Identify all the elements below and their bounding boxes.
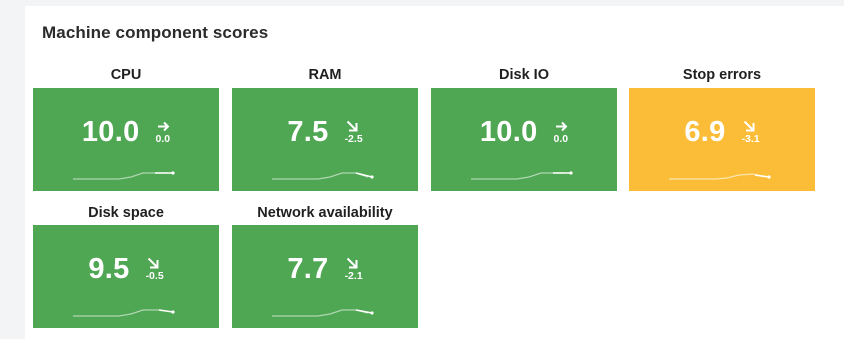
machine-component-scores-panel: Machine component scores CPU 10.0 0.0 RA…: [25, 6, 844, 339]
sparkline: [669, 173, 771, 180]
sparkline: [272, 309, 374, 317]
tile-stop-errors[interactable]: 6.9 -3.1: [629, 88, 815, 191]
sparkline: [73, 171, 175, 180]
panel-title: Machine component scores: [42, 23, 269, 42]
tile-label-cpu: CPU: [110, 67, 142, 83]
tile-disk-space[interactable]: 9.5 -0.5: [33, 225, 219, 328]
delta-value: 0.0: [553, 132, 569, 145]
sparkline: [471, 171, 573, 180]
arrow-down-right-icon: [346, 258, 358, 269]
score-value: 7.5: [287, 116, 329, 148]
tile-label-ram: RAM: [308, 67, 342, 83]
sparkline: [272, 172, 374, 180]
arrow-down-right-icon: [346, 121, 358, 132]
arrow-right-icon: [157, 121, 169, 131]
tile-label-disk-io: Disk IO: [499, 67, 549, 83]
tile-disk-io[interactable]: 10.0 0.0: [431, 88, 617, 191]
score-value: 9.5: [88, 253, 130, 285]
score-value: 6.9: [684, 116, 726, 148]
arrow-down-right-icon: [743, 121, 755, 132]
score-value: 10.0: [479, 116, 538, 148]
sparkline: [73, 309, 175, 317]
delta-value: -2.5: [344, 133, 363, 146]
tile-label-network-availability: Network availability: [257, 205, 393, 221]
arrow-down-right-icon: [147, 258, 159, 269]
arrow-right-icon: [555, 121, 567, 131]
score-value: 7.7: [287, 253, 329, 285]
delta-value: -0.5: [145, 270, 164, 283]
tile-ram[interactable]: 7.5 -2.5: [232, 88, 418, 191]
delta-value: -2.1: [344, 270, 363, 283]
delta-value: 0.0: [155, 132, 171, 145]
tile-label-stop-errors: Stop errors: [682, 67, 762, 83]
delta-value: -3.1: [741, 133, 760, 146]
score-value: 10.0: [81, 116, 140, 148]
tile-network-availability[interactable]: 7.7 -2.1: [232, 225, 418, 328]
tile-cpu[interactable]: 10.0 0.0: [33, 88, 219, 191]
tile-label-disk-space: Disk space: [88, 205, 164, 221]
